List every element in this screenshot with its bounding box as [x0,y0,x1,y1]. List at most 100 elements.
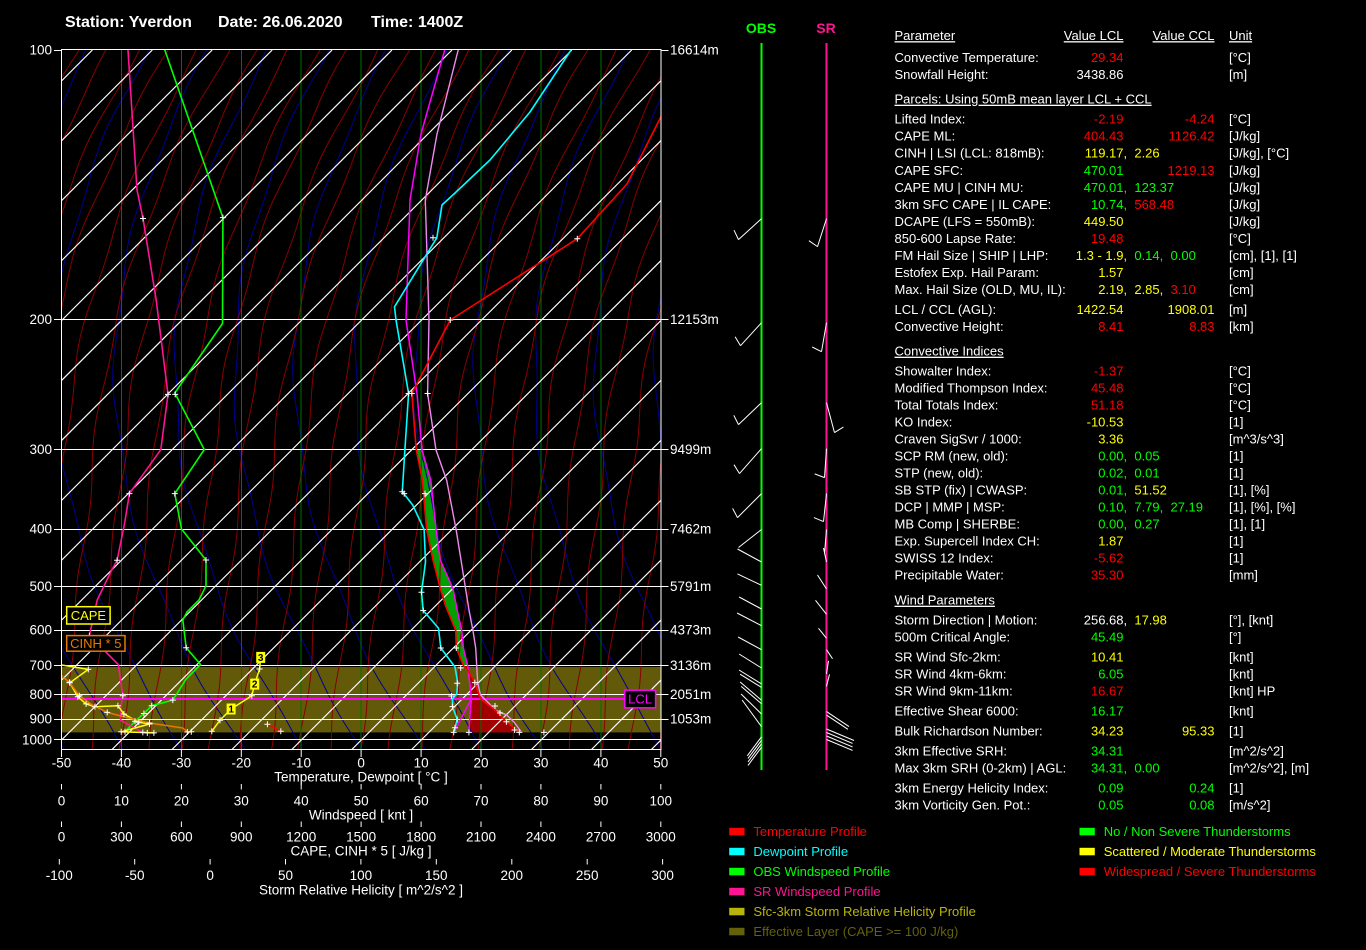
svg-text:CINH | LSI (LCL: 818mB):: CINH | LSI (LCL: 818mB): [895,146,1045,161]
svg-text:900: 900 [230,830,253,845]
svg-text:16.17: 16.17 [1091,704,1124,719]
svg-text:1219.13: 1219.13 [1168,163,1215,178]
svg-text:KO Index:: KO Index: [895,415,953,430]
svg-text:35.30: 35.30 [1091,568,1124,583]
svg-text:1126.42: 1126.42 [1168,129,1214,144]
svg-text:LCL: LCL [628,692,652,707]
svg-text:[m]: [m] [1229,67,1247,82]
svg-text:[m]: [m] [1229,302,1247,317]
svg-text:OBS: OBS [746,20,776,36]
svg-text:256.68: 256.68 [1084,613,1124,628]
svg-text:Lifted Index:: Lifted Index: [895,112,966,127]
svg-text:16614m: 16614m [670,43,719,58]
svg-text:300: 300 [651,868,674,883]
svg-text:Sfc-3km Storm Relative Helicit: Sfc-3km Storm Relative Helicity Profile [753,904,976,919]
svg-text:STP (new, old):: STP (new, old): [895,466,984,481]
svg-text:-4.24: -4.24 [1185,112,1215,127]
svg-text:100: 100 [350,868,373,883]
svg-text:SB STP (fix) | CWASP:: SB STP (fix) | CWASP: [895,483,1028,498]
svg-text:2100: 2100 [466,830,496,845]
svg-text:CAPE, CINH * 5 [ J/kg ]: CAPE, CINH * 5 [ J/kg ] [290,844,431,859]
svg-text:Convective Temperature:: Convective Temperature: [895,50,1039,65]
svg-text:[°], [knt]: [°], [knt] [1229,613,1273,628]
svg-text:DCP | MMP | MSP:: DCP | MMP | MSP: [895,500,1005,515]
svg-text:[°C]: [°C] [1229,364,1251,379]
svg-text:0.05: 0.05 [1098,798,1123,813]
svg-text:1800: 1800 [406,830,436,845]
svg-text:50: 50 [354,794,369,809]
svg-text:95.33: 95.33 [1182,724,1215,739]
svg-text:1200: 1200 [286,830,316,845]
svg-text:470.01: 470.01 [1084,180,1124,195]
svg-text:Convective Indices: Convective Indices [895,344,1005,359]
svg-text:45.48: 45.48 [1091,381,1124,396]
svg-text:, 0.01: , 0.01 [1124,466,1160,481]
svg-text:[mm]: [mm] [1229,568,1258,583]
svg-text:449.50: 449.50 [1084,214,1124,229]
svg-text:0.24: 0.24 [1189,781,1214,796]
svg-text:[cm], [1], [1]: [cm], [1], [1] [1229,248,1297,263]
svg-text:[1]: [1] [1229,466,1243,481]
svg-text:SR Wind 9km-11km:: SR Wind 9km-11km: [895,684,1013,699]
svg-text:0: 0 [206,868,214,883]
svg-text:Station: Yverdon: Station: Yverdon [65,14,192,31]
svg-text:1500: 1500 [346,830,376,845]
svg-text:7462m: 7462m [670,522,711,537]
svg-text:20: 20 [473,756,488,771]
svg-text:3km SFC CAPE | IL CAPE:: 3km SFC CAPE | IL CAPE: [895,197,1052,212]
svg-text:Storm Relative Helicity [ m^2/: Storm Relative Helicity [ m^2/s^2 ] [259,883,463,898]
svg-text:SR Wind Sfc-2km:: SR Wind Sfc-2km: [895,650,1001,665]
svg-text:[J/kg]: [J/kg] [1229,163,1260,178]
svg-text:30: 30 [234,794,249,809]
svg-text:[1], [%], [%]: [1], [%], [%] [1229,500,1295,515]
svg-text:250: 250 [576,868,599,883]
svg-text:, 0.00: , 0.00 [1124,761,1160,776]
svg-text:Total Totals Index:: Total Totals Index: [895,398,999,413]
svg-text:SWISS 12 Index:: SWISS 12 Index: [895,551,994,566]
svg-text:, 0.27: , 0.27 [1124,517,1160,532]
svg-text:[1]: [1] [1229,724,1243,739]
svg-text:[1], [1]: [1], [1] [1229,517,1265,532]
svg-text:800: 800 [29,687,52,702]
svg-text:0.00: 0.00 [1098,449,1123,464]
svg-text:1.87: 1.87 [1098,534,1123,549]
svg-text:-30: -30 [172,756,192,771]
svg-text:No / Non Severe Thunderstorms: No / Non Severe Thunderstorms [1104,824,1291,839]
svg-text:Craven SigSvr / 1000:: Craven SigSvr / 1000: [895,432,1022,447]
svg-text:[J/kg]: [J/kg] [1229,197,1260,212]
svg-text:Widespread / Severe Thundersto: Widespread / Severe Thunderstorms [1104,864,1317,879]
svg-text:[°C]: [°C] [1229,112,1251,127]
svg-text:500: 500 [29,579,52,594]
svg-text:Exp. Supercell Index CH:: Exp. Supercell Index CH: [895,534,1040,549]
svg-text:100: 100 [650,794,673,809]
svg-text:20: 20 [174,794,189,809]
svg-text:1908.01: 1908.01 [1168,302,1215,317]
svg-text:9499m: 9499m [670,442,711,457]
svg-text:DCAPE (LFS = 550mB):: DCAPE (LFS = 550mB): [895,214,1036,229]
svg-text:10.41: 10.41 [1091,650,1124,665]
svg-text:[J/kg]: [J/kg] [1229,129,1260,144]
svg-text:29.34: 29.34 [1091,50,1124,65]
svg-text:10.74: 10.74 [1091,197,1124,212]
svg-text:[m^2/s^2], [m]: [m^2/s^2], [m] [1229,761,1309,776]
svg-text:70: 70 [473,794,488,809]
svg-text:-5.62: -5.62 [1094,551,1124,566]
svg-text:, 0.05: , 0.05 [1124,449,1160,464]
svg-text:300: 300 [110,830,133,845]
svg-text:Convective Height:: Convective Height: [895,319,1004,334]
svg-text:30: 30 [533,756,548,771]
svg-text:16.67: 16.67 [1091,684,1124,699]
svg-text:Scattered / Moderate Thunderst: Scattered / Moderate Thunderstorms [1104,844,1317,859]
svg-text:850-600 Lapse Rate:: 850-600 Lapse Rate: [895,231,1016,246]
svg-text:[cm]: [cm] [1229,265,1254,280]
svg-text:8.83: 8.83 [1189,319,1214,334]
svg-text:3: 3 [258,653,264,664]
svg-text:Storm Direction | Motion:: Storm Direction | Motion: [895,613,1038,628]
svg-text:3000: 3000 [646,830,676,845]
svg-text:3136m: 3136m [670,658,711,673]
svg-text:SR Wind 4km-6km:: SR Wind 4km-6km: [895,667,1007,682]
svg-text:Modified Thompson Index:: Modified Thompson Index: [895,381,1048,396]
svg-text:[knt]: [knt] [1229,667,1254,682]
svg-text:Date: 26.06.2020: Date: 26.06.2020 [218,14,343,31]
svg-text:LCL / CCL (AGL):: LCL / CCL (AGL): [895,302,997,317]
